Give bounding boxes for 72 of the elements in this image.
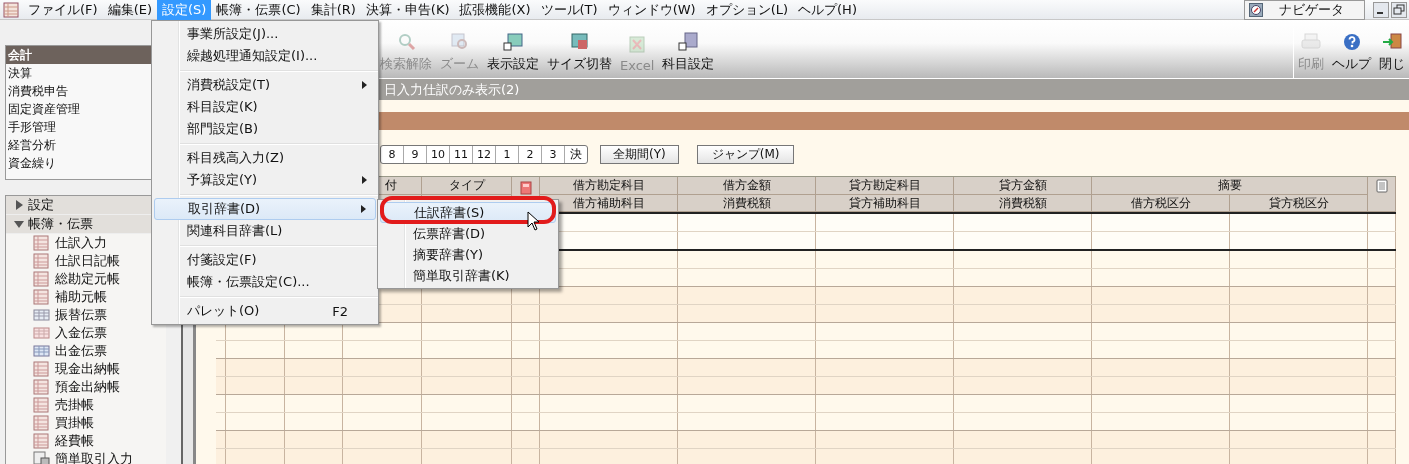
menu-item[interactable]: 簡単取引辞書(K) xyxy=(380,265,556,286)
menu-bar-item[interactable]: ツール(T) xyxy=(535,0,603,20)
column-header: 借方金額 xyxy=(678,177,816,195)
menu-bar-item[interactable]: ファイル(F) xyxy=(23,0,103,20)
bookmark-icon xyxy=(519,181,532,195)
toolbar-button[interactable]: サイズ切替 xyxy=(543,31,616,78)
column-header: タイプ xyxy=(422,177,512,195)
ledger-icon xyxy=(33,433,50,449)
tree-item[interactable]: 出金伝票 xyxy=(6,342,166,360)
tree-item[interactable]: 現金出納帳 xyxy=(6,360,166,378)
app-icon[interactable] xyxy=(3,1,19,18)
jump-button[interactable]: ジャンプ(M) xyxy=(696,145,795,164)
tree-item[interactable]: 売掛帳 xyxy=(6,396,166,414)
menu-item[interactable]: 科目設定(K) xyxy=(154,96,376,118)
month-button[interactable]: 1 xyxy=(496,146,519,163)
tree-item[interactable]: 経費帳 xyxy=(6,432,166,450)
menu-bar-item[interactable]: 決算・申告(K) xyxy=(360,0,455,20)
memo-icon[interactable] xyxy=(1375,179,1388,193)
slip-icon xyxy=(33,343,50,359)
tree-item[interactable]: 預金出納帳 xyxy=(6,378,166,396)
compass-icon xyxy=(1249,2,1263,17)
tree-item[interactable]: 入金伝票 xyxy=(6,324,166,342)
column-header: 摘要 xyxy=(1092,177,1368,195)
menu-item[interactable]: 摘要辞書(Y) xyxy=(380,244,556,265)
minimize-icon[interactable] xyxy=(1373,1,1389,18)
month-button[interactable]: 10 xyxy=(427,146,450,163)
ledger-icon xyxy=(33,397,50,413)
display-icon xyxy=(502,31,524,53)
toolbar-button[interactable]: ヘルプ xyxy=(1328,31,1375,78)
menu-bar-item[interactable]: 帳簿・伝票(C) xyxy=(211,0,306,20)
ledger-icon xyxy=(33,253,50,269)
toolbar-button[interactable]: 表示設定 xyxy=(483,31,543,78)
menu-item[interactable]: 消費税設定(T) xyxy=(154,74,376,96)
ledger-icon xyxy=(33,361,50,377)
column-header: 借方勘定科目 xyxy=(540,177,678,195)
ledger-icon xyxy=(33,235,50,251)
menu-bar-item[interactable]: 集計(R) xyxy=(305,0,361,20)
month-button[interactable]: 9 xyxy=(404,146,427,163)
slip-icon xyxy=(33,325,50,341)
toolbar-button[interactable]: 閉じ xyxy=(1375,31,1409,78)
ledger-icon xyxy=(33,415,50,431)
menu-item[interactable]: 科目残高入力(Z) xyxy=(154,147,376,169)
menu-item[interactable]: 取引辞書(D) xyxy=(154,198,376,220)
month-button[interactable]: 12 xyxy=(473,146,496,163)
menu-bar-item[interactable]: ヘルプ(H) xyxy=(793,0,862,20)
navigator-button[interactable]: ナビゲータ xyxy=(1244,0,1365,20)
toolbar-button[interactable]: 科目設定 xyxy=(658,31,719,78)
ledger-icon xyxy=(33,271,50,287)
column-header: 貸方勘定科目 xyxy=(816,177,954,195)
restore-icon[interactable] xyxy=(1391,1,1407,18)
tree-item[interactable]: 買掛帳 xyxy=(6,414,166,432)
ledger-icon xyxy=(33,289,50,305)
menu-bar-item[interactable]: 編集(E) xyxy=(102,0,157,20)
cursor-icon xyxy=(527,211,540,231)
menu-item[interactable]: 部門設定(B) xyxy=(154,118,376,140)
ledger-icon xyxy=(33,379,50,395)
all-period-button[interactable]: 全期間(Y) xyxy=(600,145,679,164)
menu-item[interactable]: 事業所設定(J)... xyxy=(154,23,376,45)
menu-item[interactable]: 伝票辞書(D) xyxy=(380,223,556,244)
menu-bar-item[interactable]: オプション(L) xyxy=(700,0,794,20)
collapsed-arrow-icon[interactable] xyxy=(14,200,24,210)
menu-bar-item[interactable]: ウィンドウ(W) xyxy=(602,0,701,20)
month-button[interactable]: 2 xyxy=(519,146,542,163)
month-button[interactable]: 3 xyxy=(542,146,565,163)
expanded-arrow-icon[interactable] xyxy=(14,219,24,229)
slip-icon xyxy=(33,307,50,323)
column-header: 貸方金額 xyxy=(954,177,1092,195)
accounts-icon xyxy=(677,31,700,53)
month-button[interactable]: 11 xyxy=(450,146,473,163)
menu-bar-item[interactable]: 拡張機能(X) xyxy=(454,0,536,20)
month-button[interactable]: 決 xyxy=(565,146,587,163)
month-button[interactable]: 8 xyxy=(381,146,404,163)
